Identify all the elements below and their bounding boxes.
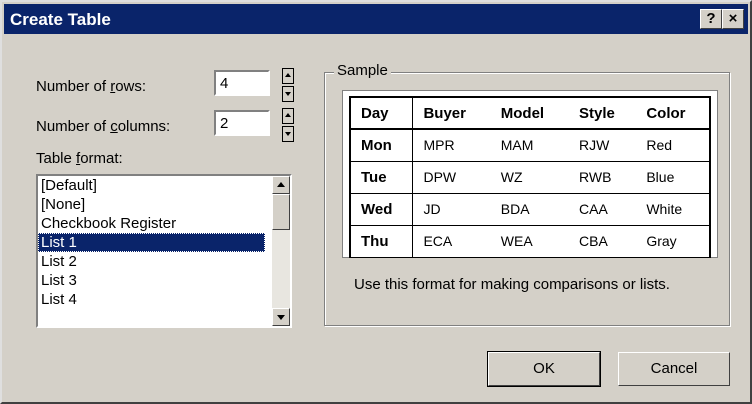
sample-cell: MPR — [412, 129, 491, 162]
sample-cell: CBA — [569, 225, 637, 258]
sample-cell: Red — [636, 129, 711, 162]
sample-day-cell: Mon — [349, 129, 414, 162]
sample-day-cell: Thu — [349, 225, 414, 258]
sample-cell: RWB — [569, 161, 637, 194]
table-row: Mon MPR MAM RJW Red — [349, 129, 711, 162]
sample-cell: RJW — [569, 129, 637, 162]
columns-input[interactable] — [214, 110, 270, 136]
list-item[interactable]: [None] — [38, 195, 265, 214]
columns-spinner[interactable] — [282, 108, 296, 144]
columns-label: Number of columns: — [36, 118, 171, 135]
format-scrollbar[interactable] — [272, 176, 290, 326]
scroll-thumb[interactable] — [272, 194, 290, 230]
dialog-title: Create Table — [10, 10, 111, 29]
sample-cell: CAA — [569, 193, 637, 226]
columns-spin-down-icon[interactable] — [282, 126, 294, 142]
sample-header-row: Day Buyer Model Style Color — [349, 96, 711, 130]
list-item[interactable]: List 3 — [38, 271, 265, 290]
close-icon[interactable]: × — [722, 9, 744, 29]
list-item[interactable]: [Default] — [38, 176, 265, 195]
scroll-up-icon[interactable] — [272, 176, 290, 194]
columns-spin-up-icon[interactable] — [282, 108, 294, 124]
sample-day-cell: Wed — [349, 193, 414, 226]
rows-spin-down-icon[interactable] — [282, 86, 294, 102]
list-item-selected[interactable]: List 1 — [38, 233, 265, 252]
rows-input[interactable] — [214, 70, 270, 96]
create-table-dialog: Create Table ? × Number of rows: Number … — [0, 0, 752, 404]
sample-cell: Blue — [636, 161, 711, 194]
sample-description: Use this format for making comparisons o… — [354, 276, 670, 293]
rows-label: Number of rows: — [36, 78, 147, 95]
table-format-label: Table format: — [36, 150, 123, 167]
sample-header-cell: Buyer — [412, 96, 491, 130]
cancel-button[interactable]: Cancel — [618, 352, 730, 386]
sample-cell: BDA — [490, 193, 570, 226]
table-format-listbox[interactable]: [Default] [None] Checkbook Register List… — [36, 174, 292, 328]
sample-table: Day Buyer Model Style Color Mon MPR MAM … — [349, 96, 711, 258]
table-row: Tue DPW WZ RWB Blue — [349, 161, 711, 194]
sample-legend: Sample — [334, 62, 391, 79]
table-row: Thu ECA WEA CBA Gray — [349, 225, 711, 258]
help-icon[interactable]: ? — [700, 9, 722, 29]
sample-header-cell: Day — [349, 96, 414, 130]
sample-header-cell: Style — [569, 96, 637, 130]
scroll-down-icon[interactable] — [272, 308, 290, 326]
sample-cell: ECA — [412, 225, 491, 258]
sample-cell: White — [636, 193, 711, 226]
sample-cell: Gray — [636, 225, 711, 258]
sample-cell: WEA — [490, 225, 570, 258]
ok-button[interactable]: OK — [487, 351, 601, 387]
rows-spinner[interactable] — [282, 68, 296, 104]
sample-cell: JD — [412, 193, 491, 226]
sample-cell: DPW — [412, 161, 491, 194]
list-item[interactable]: List 4 — [38, 290, 265, 309]
title-bar[interactable]: Create Table ? × — [4, 4, 748, 34]
sample-cell: WZ — [490, 161, 570, 194]
sample-header-cell: Model — [490, 96, 570, 130]
rows-spin-up-icon[interactable] — [282, 68, 294, 84]
list-item[interactable]: Checkbook Register — [38, 214, 265, 233]
sample-cell: MAM — [490, 129, 570, 162]
table-row: Wed JD BDA CAA White — [349, 193, 711, 226]
sample-preview: Day Buyer Model Style Color Mon MPR MAM … — [342, 90, 718, 258]
sample-header-cell: Color — [636, 96, 711, 130]
sample-day-cell: Tue — [349, 161, 414, 194]
list-item[interactable]: List 2 — [38, 252, 265, 271]
